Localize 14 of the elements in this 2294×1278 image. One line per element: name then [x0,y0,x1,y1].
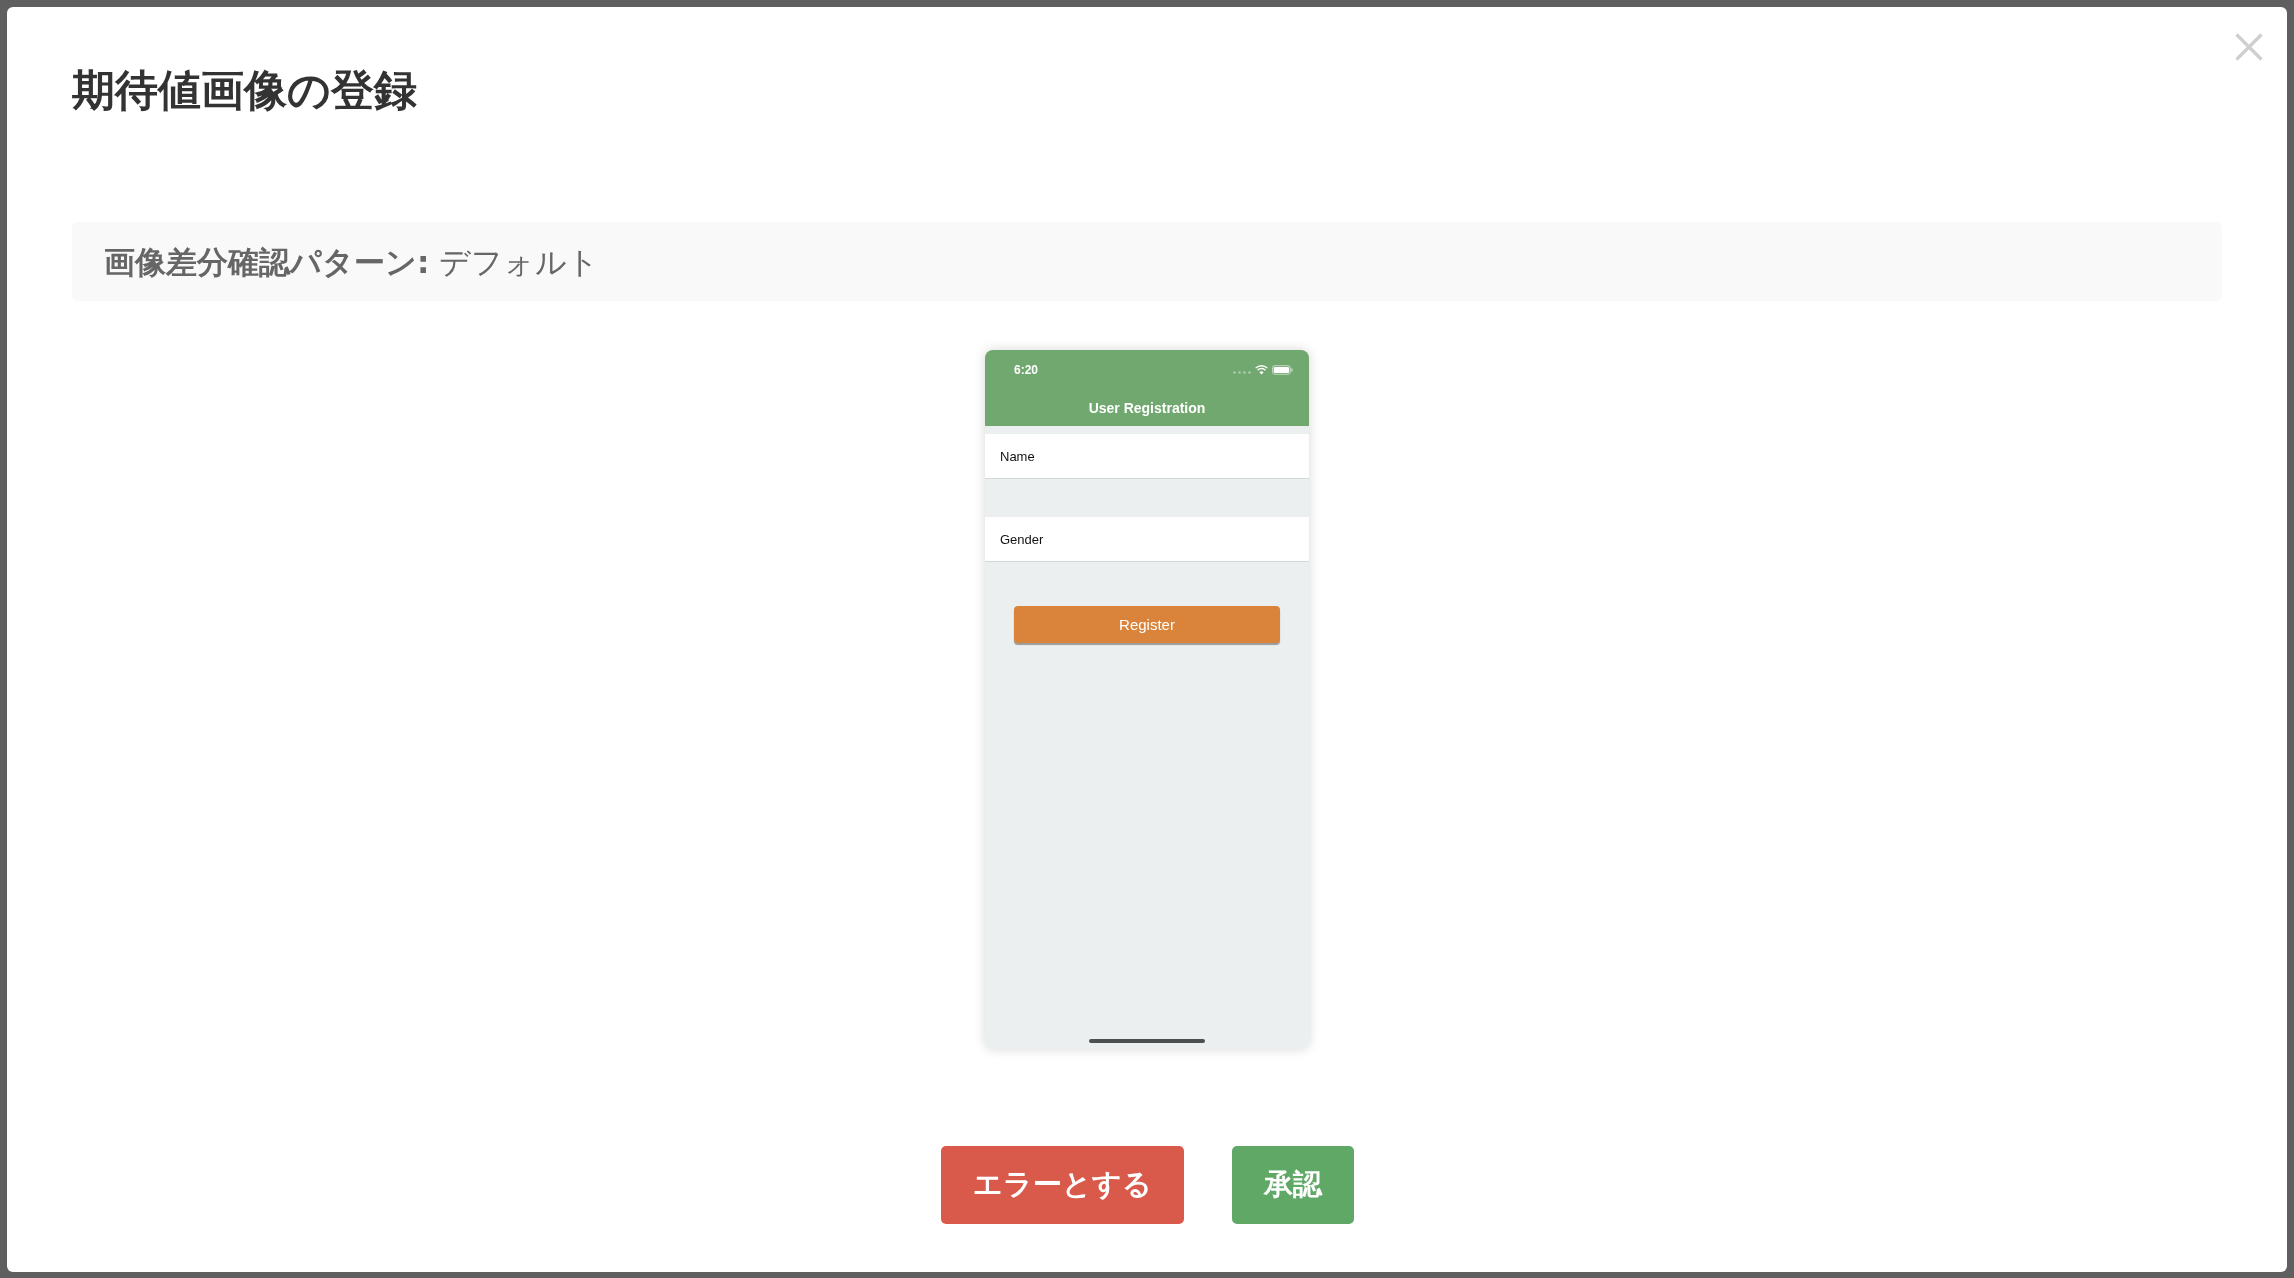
dialog-title: 期待値画像の登録 [72,64,417,117]
close-button[interactable] [2235,33,2263,61]
home-indicator-icon [1089,1039,1205,1043]
battery-icon [1272,365,1293,375]
diff-pattern-text: 画像差分確認パターン: デフォルト [104,242,600,282]
status-time: 6:20 [1014,363,1039,377]
input-field: Name [985,434,1309,479]
close-icon [2235,33,2263,61]
wifi-icon [1255,365,1268,375]
action-button[interactable]: エラーとする [940,1146,1184,1224]
action-button[interactable]: 承認 [1231,1146,1354,1224]
input-field: Gender [985,517,1309,562]
signal-dots-icon [1233,371,1251,374]
nav-title: User Registration [1088,400,1206,416]
